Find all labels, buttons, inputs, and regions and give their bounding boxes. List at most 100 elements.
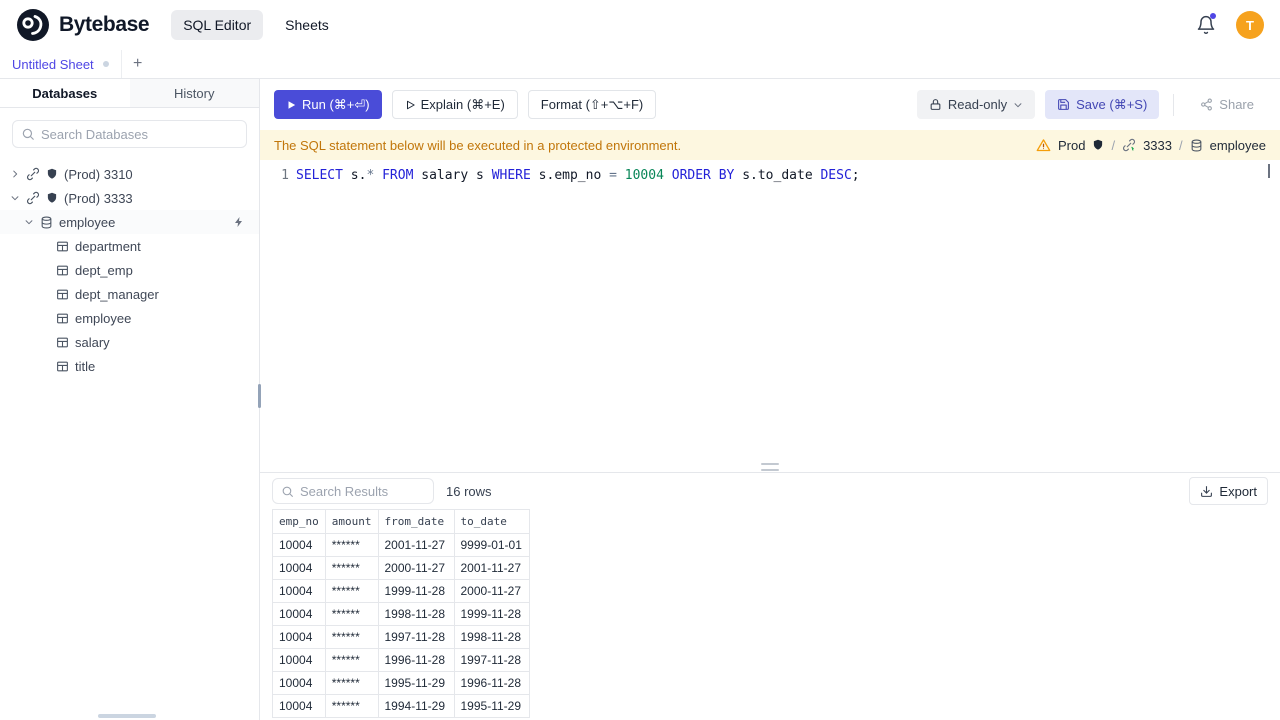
main-panel: Run (⌘+⏎) Explain (⌘+E) Format (⇧+⌥+F) R…	[260, 79, 1280, 720]
table-cell[interactable]: 1995-11-29	[377, 671, 455, 695]
table-cell[interactable]: 1997-11-28	[377, 625, 455, 649]
table-cell[interactable]: ******	[324, 556, 379, 580]
sql-token: salary s	[413, 168, 492, 183]
line-number: 1	[281, 168, 289, 183]
table-cell[interactable]: 10004	[272, 556, 326, 580]
sql-token: FROM	[382, 168, 414, 183]
table-cell[interactable]: 2001-11-27	[377, 533, 455, 557]
connection-breadcrumb: Prod / 3333 / employee	[1036, 138, 1266, 153]
sql-token: s.emp_no	[530, 168, 610, 183]
tree-item-salary[interactable]: salary	[0, 330, 259, 354]
tree-item-dept-manager[interactable]: dept_manager	[0, 282, 259, 306]
tab-databases[interactable]: Databases	[0, 79, 130, 107]
add-sheet-button[interactable]: +	[122, 50, 154, 78]
table-icon	[56, 360, 69, 373]
nav-sheets[interactable]: Sheets	[273, 10, 341, 40]
tree-item-label: salary	[75, 334, 110, 350]
panel-resize-grip[interactable]	[761, 463, 779, 471]
table-cell[interactable]: 2001-11-27	[453, 556, 530, 580]
table-cell[interactable]: ******	[324, 671, 379, 695]
table-icon	[56, 312, 69, 325]
notification-badge	[1210, 13, 1216, 19]
bytebase-logo[interactable]: Bytebase	[16, 8, 150, 42]
brand-title: Bytebase	[59, 13, 150, 36]
run-button[interactable]: Run (⌘+⏎)	[274, 90, 382, 119]
readonly-mode-button[interactable]: Read-only	[916, 90, 1036, 119]
instance-name[interactable]: 3333	[1143, 138, 1172, 153]
results-search-input[interactable]	[300, 483, 425, 499]
table-row: 10004 ****** 2000-11-27 2001-11-27	[272, 556, 530, 580]
database-icon	[1190, 139, 1203, 152]
nav-sql-editor[interactable]: SQL Editor	[171, 10, 264, 40]
column-header-emp_no[interactable]: emp_no	[272, 509, 326, 534]
column-header-to_date[interactable]: to_date	[453, 509, 530, 534]
table-cell[interactable]: ******	[324, 533, 379, 557]
sidebar-horizontal-scrollbar[interactable]	[98, 714, 156, 718]
format-schema-icon[interactable]	[233, 216, 245, 228]
editor-toolbar: Run (⌘+⏎) Explain (⌘+E) Format (⇧+⌥+F) R…	[260, 79, 1280, 130]
table-cell[interactable]: 10004	[272, 625, 326, 649]
database-search[interactable]	[12, 120, 247, 148]
table-cell[interactable]: 1999-11-28	[453, 602, 530, 626]
column-header-amount[interactable]: amount	[324, 509, 379, 534]
sql-token: DESC	[820, 168, 852, 183]
table-cell[interactable]: 10004	[272, 648, 326, 672]
table-icon	[56, 264, 69, 277]
column-header-from_date[interactable]: from_date	[377, 509, 455, 534]
table-cell[interactable]: 10004	[272, 579, 326, 603]
table-icon	[56, 240, 69, 253]
table-cell[interactable]: 1998-11-28	[453, 625, 530, 649]
tree-item-employee[interactable]: employee	[0, 306, 259, 330]
share-button[interactable]: Share	[1188, 90, 1266, 119]
table-cell[interactable]: ******	[324, 648, 379, 672]
chevron-down-icon	[10, 193, 20, 203]
table-cell[interactable]: 1996-11-28	[453, 671, 530, 695]
table-cell[interactable]: ******	[324, 579, 379, 603]
table-cell[interactable]: 1996-11-28	[377, 648, 455, 672]
user-avatar[interactable]: T	[1236, 11, 1264, 39]
sql-editor[interactable]: 1 SELECT s.* FROM salary s WHERE s.emp_n…	[260, 160, 1280, 472]
sql-code-line[interactable]: SELECT s.* FROM salary s WHERE s.emp_no …	[296, 166, 860, 472]
table-cell[interactable]: 1994-11-29	[377, 694, 455, 718]
table-cell[interactable]: 1998-11-28	[377, 602, 455, 626]
table-cell[interactable]: 10004	[272, 671, 326, 695]
table-cell[interactable]: 10004	[272, 602, 326, 626]
table-cell[interactable]: 1995-11-29	[453, 694, 530, 718]
sheet-tab-untitled[interactable]: Untitled Sheet	[0, 50, 122, 78]
sidebar-tabs: Databases History	[0, 79, 259, 108]
sidebar-resize-handle[interactable]	[258, 384, 261, 408]
toolbar-divider	[1173, 93, 1175, 116]
table-cell[interactable]: 9999-01-01	[453, 533, 530, 557]
table-cell[interactable]: 10004	[272, 533, 326, 557]
table-cell[interactable]: 1997-11-28	[453, 648, 530, 672]
explain-button[interactable]: Explain (⌘+E)	[391, 90, 518, 119]
results-search[interactable]	[272, 478, 434, 504]
tree-item-dept-emp[interactable]: dept_emp	[0, 258, 259, 282]
banner-message: The SQL statement below will be executed…	[274, 137, 682, 153]
tree-item-department[interactable]: department	[0, 234, 259, 258]
table-cell[interactable]: ******	[324, 602, 379, 626]
save-button[interactable]: Save (⌘+S)	[1045, 90, 1160, 119]
table-cell[interactable]: 10004	[272, 694, 326, 718]
tree-item-title[interactable]: title	[0, 354, 259, 378]
export-button[interactable]: Export	[1189, 477, 1268, 505]
chevron-down-icon	[24, 217, 34, 227]
tree-item-prod-3310[interactable]: (Prod) 3310	[0, 162, 259, 186]
tab-history[interactable]: History	[129, 79, 259, 107]
table-cell[interactable]: ******	[324, 694, 379, 718]
results-toolbar: 16 rows Export	[260, 473, 1280, 509]
notifications-bell-icon[interactable]	[1196, 13, 1216, 35]
table-cell[interactable]: 2000-11-27	[377, 556, 455, 580]
table-cell[interactable]: 1999-11-28	[377, 579, 455, 603]
tree-item-prod-3333[interactable]: (Prod) 3333	[0, 186, 259, 210]
table-cell[interactable]: ******	[324, 625, 379, 649]
database-name[interactable]: employee	[1210, 138, 1266, 153]
tree-item-employee[interactable]: employee	[0, 210, 259, 234]
table-row: 10004 ****** 1999-11-28 2000-11-27	[272, 579, 530, 603]
save-icon	[1057, 98, 1070, 111]
table-cell[interactable]: 2000-11-27	[453, 579, 530, 603]
format-button[interactable]: Format (⇧+⌥+F)	[527, 90, 657, 119]
database-search-input[interactable]	[41, 126, 238, 142]
